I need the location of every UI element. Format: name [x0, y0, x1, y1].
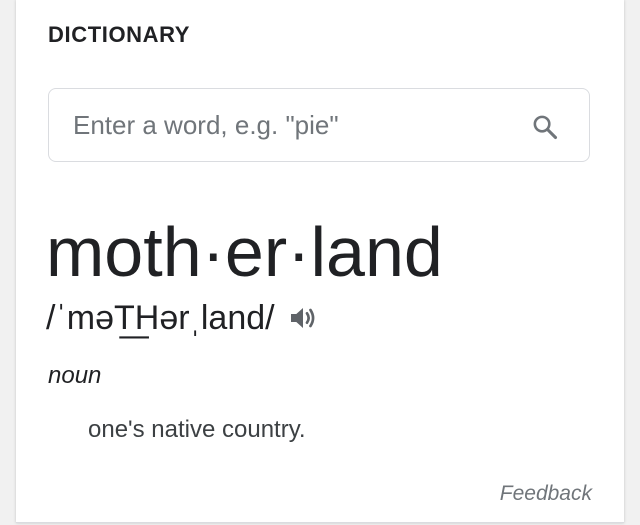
- definition-text: one's native country.: [88, 416, 306, 443]
- headword: moth·er·land: [46, 213, 443, 291]
- dictionary-card: DICTIONARY moth·er·land /ˈməT͟Hərˌland/ …: [16, 0, 624, 523]
- search-icon[interactable]: [531, 113, 559, 141]
- search-input[interactable]: [73, 89, 503, 161]
- card-title: DICTIONARY: [48, 22, 191, 47]
- feedback-link[interactable]: Feedback: [500, 482, 592, 506]
- part-of-speech: noun: [48, 362, 102, 389]
- pronunciation-row: /ˈməT͟Hərˌland/: [46, 296, 319, 340]
- speaker-icon[interactable]: [287, 302, 319, 334]
- search-box: [48, 88, 590, 162]
- pronunciation: /ˈməT͟Hərˌland/: [46, 299, 275, 337]
